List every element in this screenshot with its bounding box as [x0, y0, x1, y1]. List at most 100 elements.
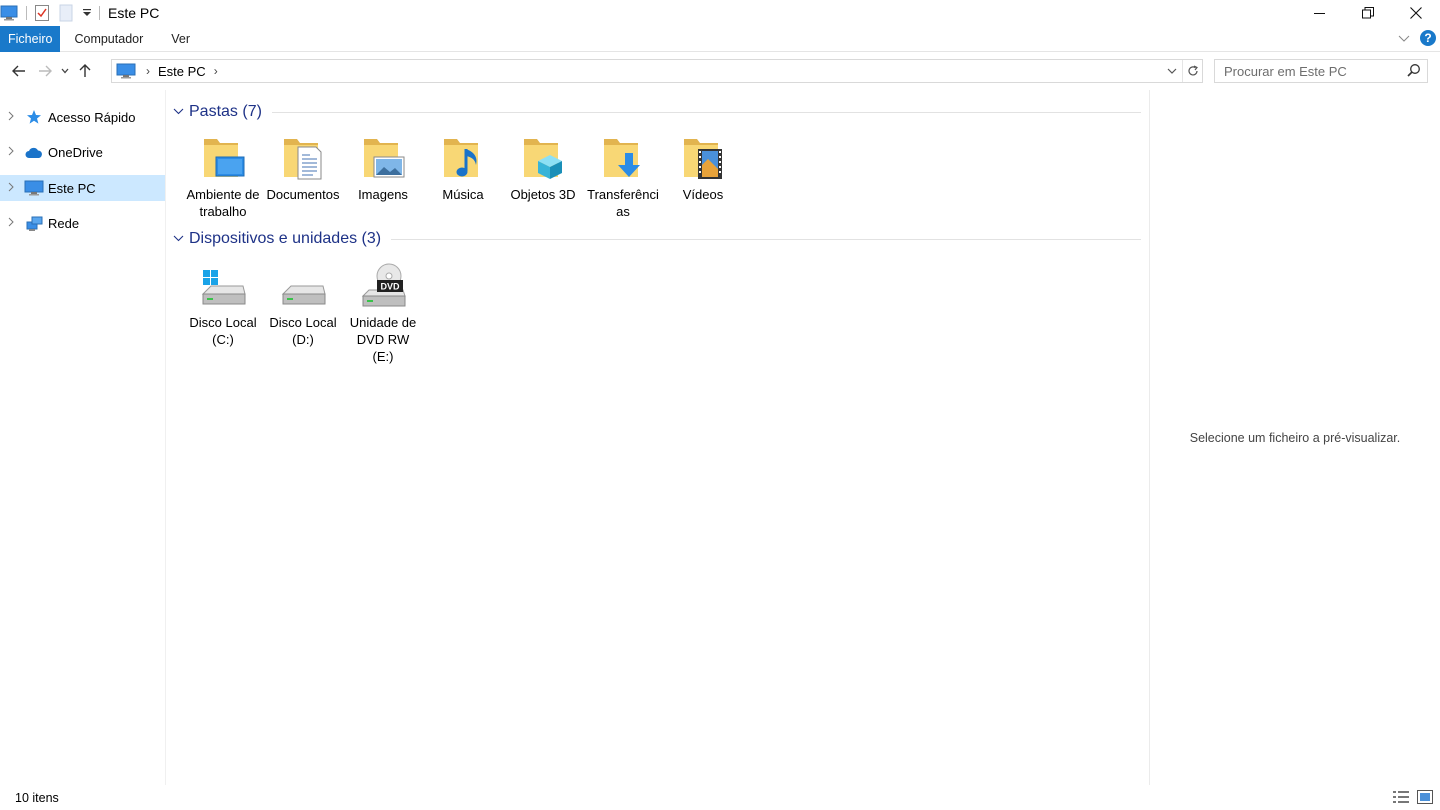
folder-label: Imagens: [358, 187, 408, 202]
network-icon: [24, 215, 44, 233]
close-button[interactable]: [1392, 0, 1440, 26]
ribbon-tabs: Ficheiro Computador Ver ?: [0, 25, 1440, 52]
sidebar-item-este-pc[interactable]: Este PC: [0, 175, 165, 201]
drive-label: Disco Local (C:): [189, 315, 257, 347]
file-explorer-window: Este PC Ficheiro Computador Ver ? › Este…: [0, 0, 1440, 810]
star-icon: [24, 108, 44, 126]
collapse-chevron-icon[interactable]: [173, 233, 189, 245]
folders-grid: Ambiente de trabalho Documentos Imagens …: [183, 134, 743, 220]
large-icons-view-icon[interactable]: [1416, 789, 1434, 805]
3d-objects-folder-icon: [519, 134, 567, 182]
group-divider: [271, 111, 1141, 113]
address-history-chevron-icon[interactable]: [1162, 60, 1182, 82]
status-bar: 10 itens: [0, 785, 1440, 810]
properties-icon[interactable]: [33, 4, 51, 22]
view-toggle-buttons: [1392, 789, 1434, 805]
navigation-pane: Acesso Rápido OneDrive Este PC Rede: [0, 90, 166, 785]
dvd-drive-icon: DVD: [359, 262, 407, 310]
toolbar-divider: [99, 6, 100, 20]
breadcrumb-este-pc[interactable]: Este PC: [158, 64, 206, 79]
folder-tile-videos[interactable]: Vídeos: [663, 134, 743, 220]
hard-drive-icon: [279, 262, 327, 310]
folder-tile-3d-objects[interactable]: Objetos 3D: [503, 134, 583, 220]
sidebar-item-label: Rede: [48, 216, 80, 231]
pictures-folder-icon: [359, 134, 407, 182]
address-bar[interactable]: › Este PC ›: [111, 59, 1203, 83]
folder-label: Ambiente de trabalho: [186, 187, 260, 219]
folder-label: Objetos 3D: [510, 187, 576, 202]
window-title: Este PC: [108, 5, 160, 21]
item-count: 10 itens: [15, 790, 59, 805]
window-controls: [1296, 0, 1440, 26]
drive-tile-e[interactable]: DVD Unidade de DVD RW (E:): [343, 262, 423, 365]
drive-label: Unidade de DVD RW (E:): [349, 315, 417, 364]
devices-grid: Disco Local (C:) Disco Local (D:) DVD Un…: [183, 262, 423, 365]
computer-icon: [24, 179, 44, 197]
expand-chevron-icon[interactable]: [8, 146, 18, 159]
expand-chevron-icon[interactable]: [8, 182, 18, 195]
forward-arrow-icon[interactable]: [32, 58, 58, 84]
group-title: Dispositivos e unidades (3): [189, 230, 382, 247]
downloads-folder-icon: [599, 134, 647, 182]
customize-toolbar-chevron-icon[interactable]: [81, 4, 93, 22]
tab-view[interactable]: Ver: [157, 26, 204, 52]
sidebar-item-quick-access[interactable]: Acesso Rápido: [0, 104, 165, 130]
sidebar-item-label: Este PC: [48, 180, 96, 196]
folder-tile-music[interactable]: Música: [423, 134, 503, 220]
svg-text:DVD: DVD: [380, 282, 400, 292]
group-header-folders[interactable]: Pastas (7): [173, 100, 1141, 124]
computer-icon: [116, 63, 138, 79]
new-folder-icon[interactable]: [57, 4, 75, 22]
details-view-icon[interactable]: [1392, 789, 1410, 805]
expand-ribbon-chevron-icon[interactable]: [1398, 31, 1410, 46]
navigation-bar: › Este PC › Procurar em Este PC: [0, 52, 1440, 90]
collapse-chevron-icon[interactable]: [173, 106, 189, 118]
help-icon[interactable]: ?: [1420, 30, 1436, 46]
restore-button[interactable]: [1344, 0, 1392, 26]
toolbar-divider: [26, 6, 27, 20]
desktop-folder-icon: [199, 134, 247, 182]
documents-folder-icon: [279, 134, 327, 182]
expand-chevron-icon[interactable]: [8, 217, 18, 230]
expand-chevron-icon[interactable]: [8, 111, 18, 124]
search-placeholder: Procurar em Este PC: [1224, 63, 1347, 79]
sidebar-item-network[interactable]: Rede: [0, 211, 165, 237]
folder-tile-desktop[interactable]: Ambiente de trabalho: [183, 134, 263, 220]
group-divider: [391, 238, 1141, 240]
folder-tile-downloads[interactable]: Transferências: [583, 134, 663, 220]
search-icon[interactable]: [1407, 63, 1421, 80]
tab-file[interactable]: Ficheiro: [0, 25, 61, 52]
folder-label: Transferências: [587, 187, 659, 219]
folder-tile-pictures[interactable]: Imagens: [343, 134, 423, 220]
folder-label: Documentos: [266, 187, 340, 202]
recent-locations-chevron-icon[interactable]: [58, 58, 72, 84]
drive-tile-d[interactable]: Disco Local (D:): [263, 262, 343, 365]
cloud-icon: [24, 144, 44, 162]
breadcrumb-separator[interactable]: ›: [146, 64, 150, 78]
back-arrow-icon[interactable]: [6, 58, 32, 84]
group-header-devices[interactable]: Dispositivos e unidades (3): [173, 227, 1141, 251]
sidebar-item-label: OneDrive: [48, 145, 103, 160]
search-input[interactable]: Procurar em Este PC: [1214, 59, 1428, 83]
sidebar-item-onedrive[interactable]: OneDrive: [0, 140, 165, 166]
sidebar-item-label: Acesso Rápido: [48, 109, 136, 125]
tab-computer[interactable]: Computador: [60, 26, 157, 52]
refresh-icon[interactable]: [1182, 60, 1202, 82]
group-title: Pastas (7): [189, 103, 262, 120]
preview-pane: Selecione um ficheiro a pré-visualizar.: [1149, 90, 1440, 785]
ribbon-right-controls: ?: [1398, 30, 1436, 46]
folder-tile-documents[interactable]: Documentos: [263, 134, 343, 220]
breadcrumb-separator[interactable]: ›: [214, 64, 218, 78]
folder-label: Vídeos: [682, 187, 724, 202]
folder-label: Música: [442, 187, 484, 202]
up-arrow-icon[interactable]: [72, 58, 98, 84]
preview-placeholder-text: Selecione um ficheiro a pré-visualizar.: [1189, 430, 1401, 445]
drive-label: Disco Local (D:): [269, 315, 337, 347]
minimize-button[interactable]: [1296, 0, 1344, 26]
videos-folder-icon: [679, 134, 727, 182]
address-bar-controls: [1162, 60, 1202, 82]
computer-icon[interactable]: [0, 4, 18, 22]
title-bar: Este PC: [0, 0, 1440, 26]
drive-tile-c[interactable]: Disco Local (C:): [183, 262, 263, 365]
system-drive-icon: [199, 262, 247, 310]
